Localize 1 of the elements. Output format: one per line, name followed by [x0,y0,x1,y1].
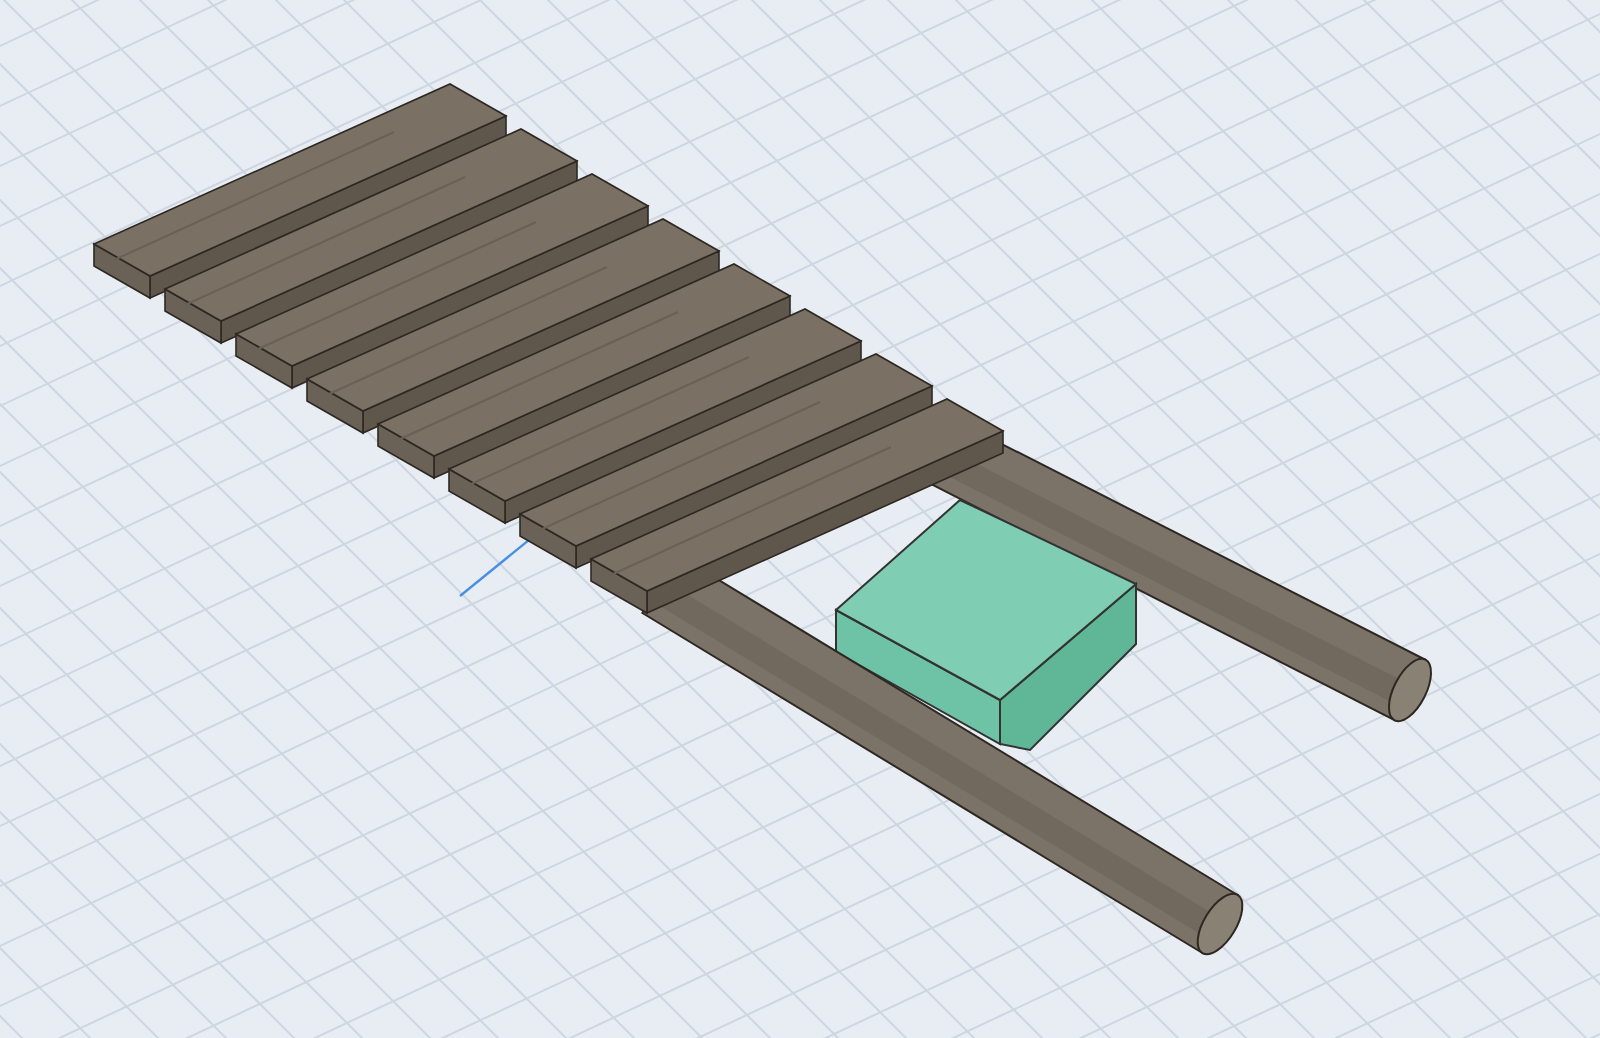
modeling-viewport[interactable] [0,0,1600,1038]
